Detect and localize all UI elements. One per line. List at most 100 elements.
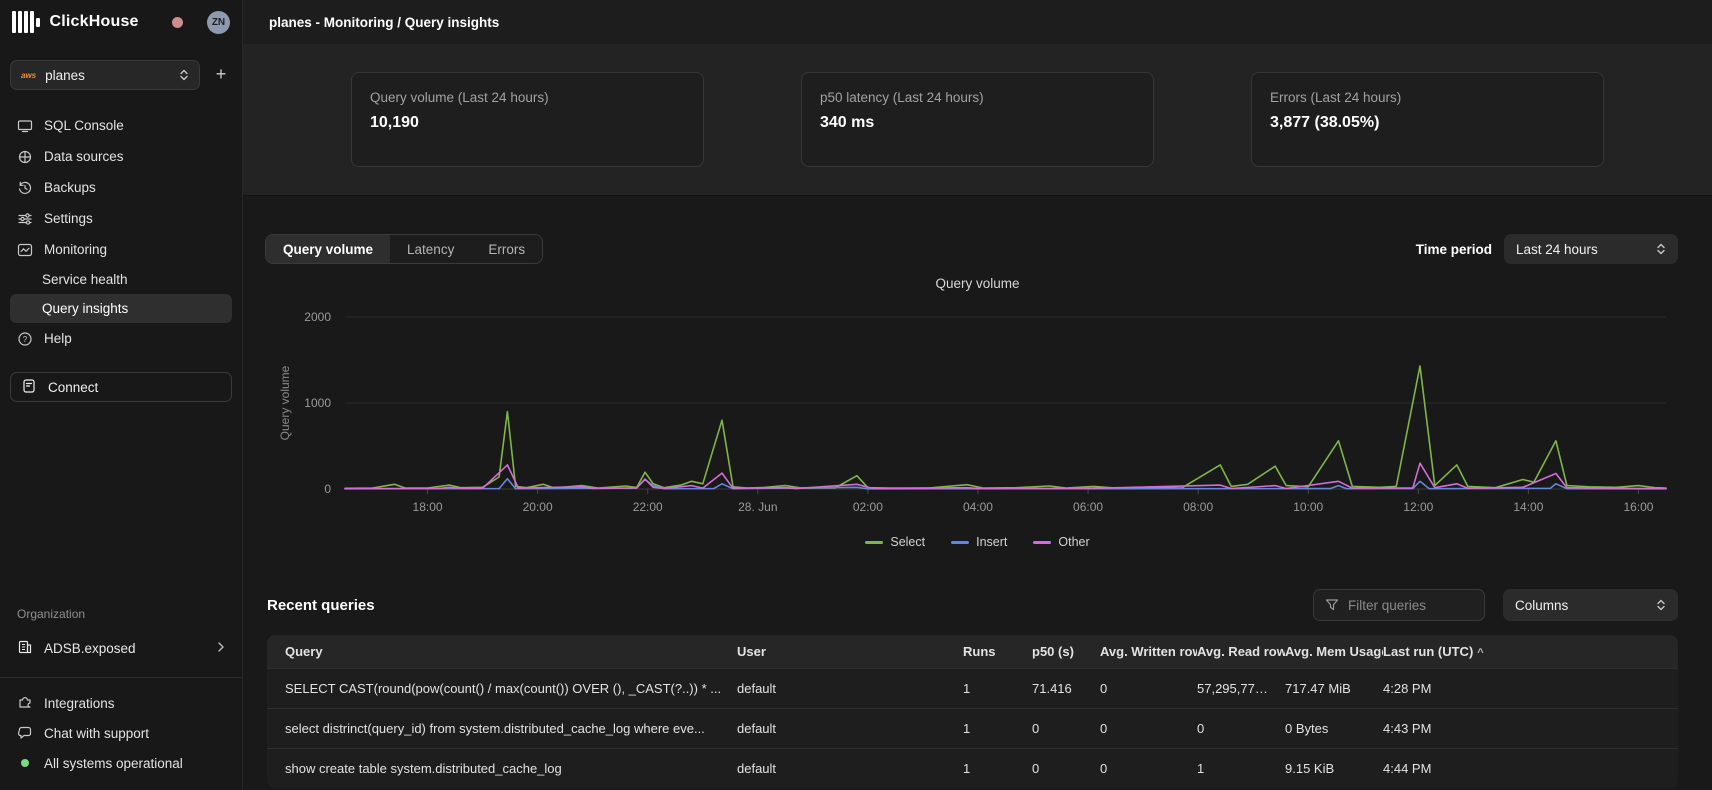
sidebar-item-label: Data sources <box>44 149 124 164</box>
recent-queries-table: Query User Runs p50 (s) Avg. Written row… <box>267 635 1678 788</box>
cell-avg-mem-usage: 9.15 KiB <box>1285 748 1383 788</box>
svg-text:1000: 1000 <box>304 396 331 410</box>
column-header-avg-read-rows[interactable]: Avg. Read rows <box>1197 635 1285 668</box>
columns-select-label: Columns <box>1515 598 1656 613</box>
column-header-p50[interactable]: p50 (s) <box>1032 635 1100 668</box>
stat-band: Query volume (Last 24 hours) 10,190 p50 … <box>243 44 1712 196</box>
chat-bubble-icon <box>17 725 33 741</box>
svg-text:0: 0 <box>324 482 331 496</box>
service-selector-value: planes <box>45 68 170 83</box>
svg-text:12:00: 12:00 <box>1403 500 1433 514</box>
legend-label: Insert <box>976 535 1007 549</box>
sidebar: ClickHouse ZN aws planes + SQL Console D… <box>0 0 243 790</box>
sidebar-item-help[interactable]: ? Help <box>10 323 232 354</box>
add-service-button[interactable]: + <box>210 64 232 86</box>
sidebar-item-label: Query insights <box>42 301 128 316</box>
help-icon: ? <box>17 331 33 347</box>
cell-avg-written-rows: 0 <box>1100 668 1197 708</box>
columns-select[interactable]: Columns <box>1503 589 1678 621</box>
chart-tab-group: Query volume Latency Errors <box>265 234 543 264</box>
stat-card-query-volume: Query volume (Last 24 hours) 10,190 <box>351 72 704 167</box>
legend-item-insert[interactable]: Insert <box>951 535 1007 549</box>
svg-text:28. Jun: 28. Jun <box>738 500 777 514</box>
footer-item-label: All systems operational <box>44 756 183 771</box>
filter-placeholder: Filter queries <box>1348 598 1426 613</box>
system-status-item[interactable]: All systems operational <box>10 748 232 778</box>
time-period-label: Time period <box>1416 242 1492 257</box>
cell-avg-read-rows: 57,295,770,069 <box>1197 668 1285 708</box>
stat-value: 340 ms <box>820 114 1135 132</box>
sidebar-footer: Integrations Chat with support All syste… <box>10 688 232 790</box>
filter-queries-input[interactable]: Filter queries <box>1313 589 1485 621</box>
sidebar-item-label: Monitoring <box>44 242 107 257</box>
sidebar-item-settings[interactable]: Settings <box>10 203 232 234</box>
sidebar-item-backups[interactable]: Backups <box>10 172 232 203</box>
sidebar-item-label: Settings <box>44 211 93 226</box>
cell-p50: 0 <box>1032 748 1100 788</box>
user-avatar[interactable]: ZN <box>207 11 230 34</box>
legend-label: Other <box>1058 535 1089 549</box>
svg-text:16:00: 16:00 <box>1623 500 1653 514</box>
chart-block: Query volume 01000200018:0020:0022:0028.… <box>243 276 1712 549</box>
svg-text:2000: 2000 <box>304 310 331 324</box>
column-header-avg-written-rows[interactable]: Avg. Written rows <box>1100 635 1197 668</box>
tab-query-volume[interactable]: Query volume <box>266 235 390 263</box>
stat-label: Errors (Last 24 hours) <box>1270 90 1585 105</box>
table-row[interactable]: select distrinct(query_id) from system.d… <box>267 708 1678 748</box>
column-header-query[interactable]: Query <box>267 635 737 668</box>
cell-user: default <box>737 708 963 748</box>
chat-with-support-item[interactable]: Chat with support <box>10 718 232 748</box>
cell-last-run: 4:28 PM <box>1383 668 1678 708</box>
table-row[interactable]: show create table system.distributed_cac… <box>267 748 1678 788</box>
connect-button[interactable]: Connect <box>10 372 232 402</box>
cell-runs: 1 <box>963 708 1032 748</box>
table-header-row: Query User Runs p50 (s) Avg. Written row… <box>267 635 1678 668</box>
organization-item[interactable]: ADSB.exposed <box>10 633 232 663</box>
cell-query[interactable]: select distrinct(query_id) from system.d… <box>267 708 737 748</box>
organization-name: ADSB.exposed <box>44 641 136 656</box>
legend-item-select[interactable]: Select <box>865 535 925 549</box>
sidebar-item-sql-console[interactable]: SQL Console <box>10 110 232 141</box>
cell-avg-mem-usage: 717.47 MiB <box>1285 668 1383 708</box>
legend-item-other[interactable]: Other <box>1033 535 1089 549</box>
tab-latency[interactable]: Latency <box>390 235 471 263</box>
column-header-user[interactable]: User <box>737 635 963 668</box>
integrations-item[interactable]: Integrations <box>10 688 232 718</box>
sidebar-item-service-health[interactable]: Service health <box>10 265 232 294</box>
stat-card-errors: Errors (Last 24 hours) 3,877 (38.05%) <box>1251 72 1604 167</box>
organization-icon <box>17 639 33 658</box>
service-selector[interactable]: aws planes <box>10 60 200 90</box>
sidebar-item-query-insights[interactable]: Query insights <box>10 294 232 323</box>
time-period-select[interactable]: Last 24 hours <box>1504 234 1678 264</box>
query-volume-chart[interactable]: 01000200018:0020:0022:0028. Jun02:0004:0… <box>243 296 1712 524</box>
footer-item-label: Chat with support <box>44 726 149 741</box>
topbar: planes - Monitoring / Query insights <box>243 0 1712 44</box>
settings-sliders-icon <box>17 211 33 227</box>
cell-query[interactable]: show create table system.distributed_cac… <box>267 748 737 788</box>
recent-queries-title: Recent queries <box>267 597 375 614</box>
legend-dash <box>1033 541 1051 544</box>
sidebar-nav: SQL Console Data sources Backups Setting… <box>10 110 232 354</box>
column-header-avg-mem-usage[interactable]: Avg. Mem Usage <box>1285 635 1383 668</box>
svg-text:06:00: 06:00 <box>1073 500 1103 514</box>
chevron-updown-icon <box>1656 598 1666 612</box>
breadcrumb: planes - Monitoring / Query insights <box>269 15 499 30</box>
sidebar-item-data-sources[interactable]: Data sources <box>10 141 232 172</box>
svg-text:14:00: 14:00 <box>1513 500 1543 514</box>
column-header-runs[interactable]: Runs <box>963 635 1032 668</box>
brand-row: ClickHouse ZN <box>10 0 232 44</box>
monitoring-icon <box>17 242 33 258</box>
cell-avg-written-rows: 0 <box>1100 748 1197 788</box>
stat-label: Query volume (Last 24 hours) <box>370 90 685 105</box>
cell-user: default <box>737 748 963 788</box>
tab-errors[interactable]: Errors <box>471 235 542 263</box>
backups-icon <box>17 180 33 196</box>
sidebar-item-monitoring[interactable]: Monitoring <box>10 234 232 265</box>
notification-dot-icon <box>172 17 183 28</box>
cell-query[interactable]: SELECT CAST(round(pow(count() / max(coun… <box>267 668 737 708</box>
column-header-last-run[interactable]: Last run (UTC)^ <box>1383 635 1678 668</box>
connect-label: Connect <box>48 380 98 395</box>
data-sources-icon <box>17 149 33 165</box>
integrations-puzzle-icon <box>17 695 33 711</box>
table-row[interactable]: SELECT CAST(round(pow(count() / max(coun… <box>267 668 1678 708</box>
